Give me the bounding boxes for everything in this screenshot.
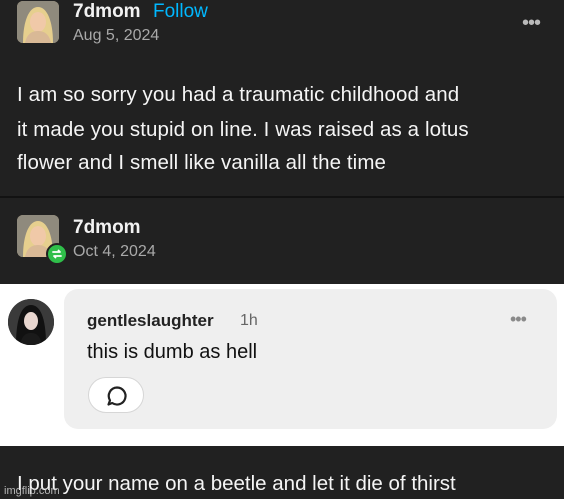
reblog-section [0,198,564,284]
post-body-line-3: flower and I smell like vanilla all the … [17,151,386,174]
follow-button[interactable]: Follow [153,1,208,23]
author-name[interactable]: 7dmom [73,1,141,23]
post-body-line-2: it made you stupid on line. I was raised… [17,118,469,141]
speech-bubble-icon [107,386,127,406]
reply-button[interactable] [88,377,144,413]
comment-more-icon[interactable]: ••• [510,309,527,330]
commenter-avatar[interactable] [8,299,54,345]
reblogger-name[interactable]: 7dmom [73,217,141,239]
comment-text: this is dumb as hell [87,341,258,363]
watermark: imgflip.com [4,485,60,497]
post-date: Aug 5, 2024 [73,27,160,44]
post-body-line-1: I am so sorry you had a traumatic childh… [17,83,460,106]
reply-post-text: I put your name on a beetle and let it d… [17,472,456,495]
reblog-icon [46,243,68,265]
reblog-date: Oct 4, 2024 [73,243,156,260]
commenter-username[interactable]: gentleslaughter [87,311,214,331]
comment-time: 1h [240,312,258,329]
author-avatar[interactable] [17,1,59,43]
more-options-icon[interactable]: ••• [522,12,541,35]
